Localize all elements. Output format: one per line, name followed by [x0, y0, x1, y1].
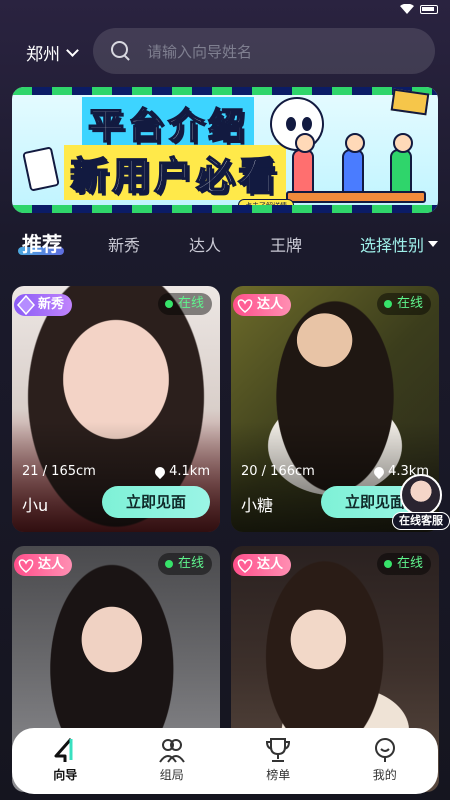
guide-name: 小糖: [241, 496, 274, 515]
tab-recommend[interactable]: 推荐: [18, 228, 64, 257]
newcomer-badge: 新秀: [14, 294, 73, 316]
guide-name: 小u: [22, 496, 49, 515]
battery-icon: [420, 4, 438, 14]
trophy-icon: [266, 738, 291, 762]
online-status: 在线: [157, 293, 212, 315]
meet-now-button[interactable]: 立即见面: [102, 486, 210, 518]
wifi-icon: [400, 4, 414, 14]
banner-title-line2: 新用户必看: [64, 145, 287, 200]
heart-crown-icon: [237, 299, 253, 313]
nav-item-profile[interactable]: 我的: [332, 728, 439, 794]
nav-item-ranking[interactable]: 榜单: [225, 728, 332, 794]
tab-newcomer[interactable]: 新秀: [108, 232, 140, 256]
group-icon: [158, 739, 185, 763]
promo-banner[interactable]: 平台介绍 新用户必看 点击了解详情: [12, 87, 438, 213]
online-dot-icon: [164, 560, 173, 568]
guide-card[interactable]: 新秀 在线 21 / 165cm 4.1km 小u 立即见面: [12, 286, 220, 532]
online-dot-icon: [383, 300, 392, 308]
online-status: 在线: [376, 553, 431, 575]
chevron-down-icon: [66, 43, 79, 57]
search-input[interactable]: 请输入向导姓名: [93, 28, 435, 74]
header: 郑州 请输入向导姓名: [0, 26, 450, 76]
profile-icon: [374, 738, 395, 762]
gender-filter-label: 选择性别: [359, 236, 424, 255]
guide-icon: [54, 738, 73, 762]
caret-down-icon: [428, 241, 438, 247]
customer-service-button[interactable]: 在线客服: [392, 474, 450, 532]
diamond-icon: [16, 295, 36, 315]
search-placeholder: 请输入向导姓名: [147, 42, 253, 61]
online-dot-icon: [164, 300, 173, 308]
city-selector[interactable]: 郑州: [26, 40, 79, 65]
location-pin-icon: [372, 464, 387, 479]
nav-item-guide[interactable]: 向导: [12, 728, 119, 794]
expert-badge: 达人: [233, 294, 292, 316]
online-status: 在线: [376, 293, 431, 315]
banner-title-line1: 平台介绍: [82, 97, 255, 149]
heart-crown-icon: [237, 559, 253, 573]
search-icon: [111, 41, 131, 61]
age-height: 21 / 165cm: [22, 464, 96, 479]
expert-badge: 达人: [14, 554, 73, 576]
customer-service-label: 在线客服: [392, 512, 450, 530]
location-pin-icon: [153, 464, 168, 479]
status-bar: [0, 0, 450, 22]
avatar: [400, 474, 442, 516]
heart-crown-icon: [18, 559, 34, 573]
gender-filter[interactable]: 选择性别: [360, 232, 438, 256]
expert-badge: 达人: [233, 554, 292, 576]
online-dot-icon: [383, 560, 392, 568]
age-height: 20 / 166cm: [241, 464, 315, 479]
people-illustration: [286, 109, 426, 203]
nav-item-group[interactable]: 组局: [119, 728, 226, 794]
tab-ace[interactable]: 王牌: [270, 232, 302, 256]
tab-expert[interactable]: 达人: [189, 232, 221, 256]
category-tabs: 推荐 新秀 达人 王牌 选择性别: [0, 226, 450, 262]
city-label: 郑州: [26, 45, 60, 65]
bottom-nav: 向导 组局 榜单 我的: [12, 728, 438, 794]
distance: 4.1km: [153, 464, 210, 479]
calculator-icon: [22, 146, 60, 192]
online-status: 在线: [157, 553, 212, 575]
